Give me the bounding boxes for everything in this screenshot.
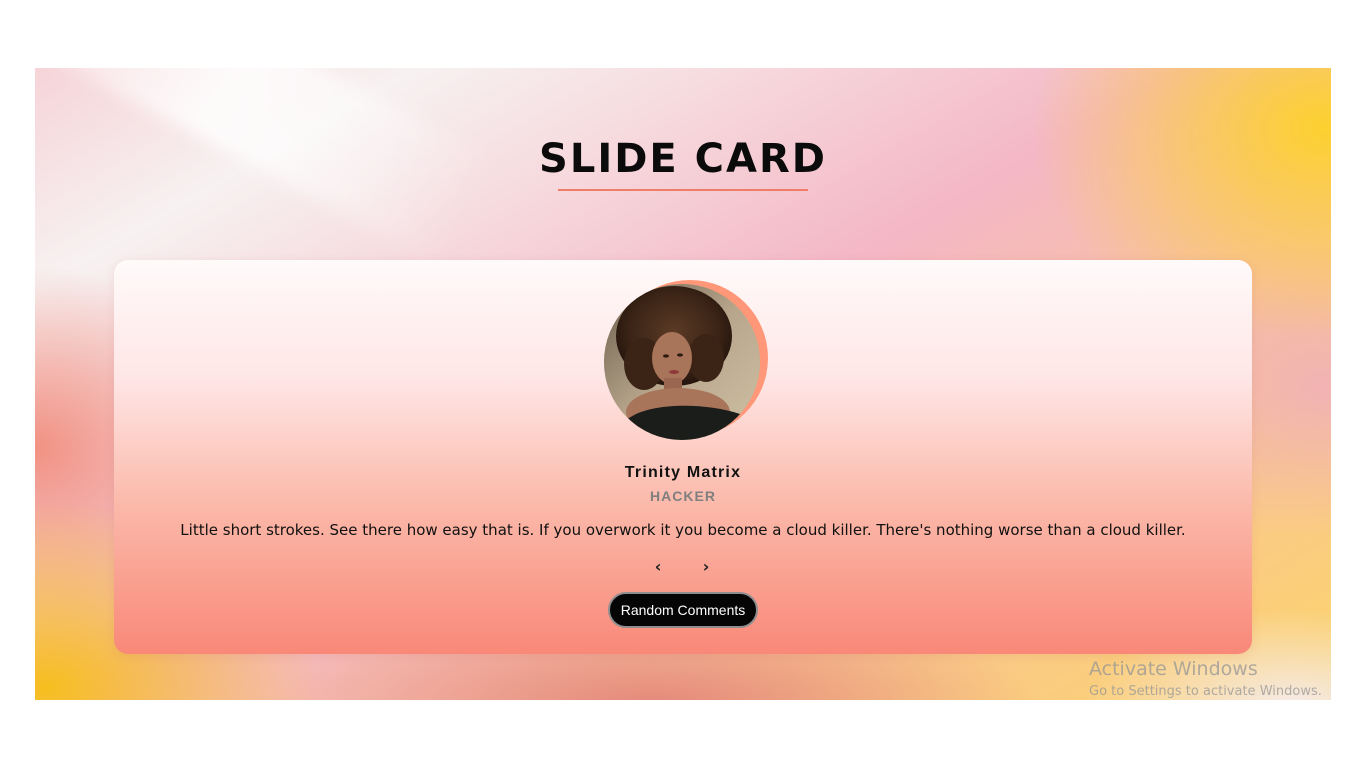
windows-activation-watermark: Activate Windows Go to Settings to activ…: [1089, 657, 1322, 703]
person-name: Trinity Matrix: [624, 464, 742, 481]
avatar: [604, 284, 760, 440]
avatar-container: [604, 280, 770, 442]
title-underline: [558, 189, 808, 191]
page-title: SLIDE CARD: [539, 136, 827, 182]
activation-title: Activate Windows: [1089, 658, 1258, 680]
testimonial-quote: Little short strokes. See there how easy…: [180, 521, 1186, 539]
testimonial-card: Trinity Matrix HACKER Little short strok…: [114, 260, 1252, 654]
next-button[interactable]: ›: [694, 556, 718, 578]
page-background: SLIDE CARD Trinity Matrix HACKER Little …: [35, 68, 1331, 700]
previous-button[interactable]: ‹: [646, 556, 670, 578]
activation-subtitle: Go to Settings to activate Windows.: [1089, 684, 1322, 699]
portrait-photo: [604, 284, 760, 440]
random-comments-button[interactable]: Random Comments: [608, 592, 758, 628]
person-role: HACKER: [650, 488, 716, 504]
